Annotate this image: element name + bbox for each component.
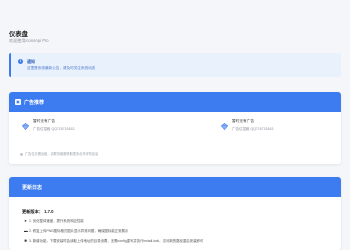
page-title: 仪表盘 [9,31,28,38]
changelog-item: ✱ 3. 新增功能，下载安装时会读取上传地址的目录设置，无需config重写并执行… [24,238,203,243]
ads-note: 广告位长期出租，请联系客服获取更多合作详情信息 [20,151,98,156]
notice-title: 通知 [27,59,35,64]
ads-note-text: 广告位长期出租，请联系客服获取更多合作详情信息 [25,152,99,156]
changelog-item-text: 1. 优化整体速度，提升系统响应性能 [29,219,84,223]
diamond-icon [221,123,228,130]
ad-subtitle: 广告位招租 QQ715715163 [232,127,274,131]
ad-icon: ▣ [15,99,21,105]
ads-card-title: 广告推荐 [24,100,45,106]
dashboard-page: 仪表盘 欢迎使用IconsApi Pro i 通知 这里是系统最新公告，请及时关… [0,0,350,250]
changelog-version: 更新版本： 1.7.0 [22,209,54,214]
changelog-card: 更新日志 更新版本： 1.7.0 ➤ 1. 优化整体速度，提升系统响应性能 ▬2.… [9,177,341,250]
info-dot-icon [20,152,23,156]
ad-title: 暂时无有广告 [33,119,56,123]
notice-banner: i 通知 这里是系统最新公告，请及时关注系统动态 [9,53,341,77]
ads-card: ▣ 广告推荐 暂时无有广告 广告位招租 QQ715715163 暂时无有广告 广… [9,92,341,164]
changelog-item: ➤ 1. 优化整体速度，提升系统响应性能 [24,218,84,223]
page-subtitle: 欢迎使用IconsApi Pro [9,38,49,43]
changelog-item-text: 3. 新增功能，下载安装时会读取上传地址的目录设置，无需config重写并执行i… [29,239,204,243]
changelog-title: 更新日志 [22,185,43,191]
ad-subtitle: 广告位招租 QQ715715163 [33,127,75,131]
changelog-card-header: 更新日志 [9,177,341,197]
ad-title: 暂时无有广告 [232,119,255,123]
ads-card-header: ▣ 广告推荐 [9,92,341,112]
info-icon: i [18,59,23,64]
diamond-icon [22,123,29,130]
notice-text: 这里是系统最新公告，请及时关注系统动态 [27,66,96,70]
changelog-item-text: 2. 修复上传PNG图标格式图片显示异常问题，确保图标能正常展示 [29,229,129,233]
changelog-item: ▬2. 修复上传PNG图标格式图片显示异常问题，确保图标能正常展示 [24,228,128,233]
